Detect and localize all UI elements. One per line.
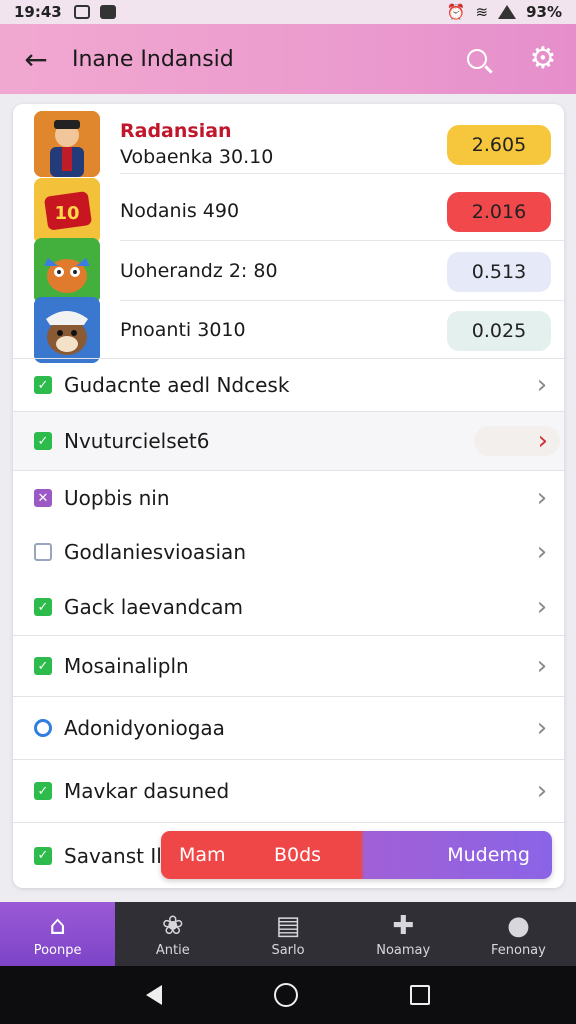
list-item-label: Gack laevandcam [64,595,244,619]
app-thumbnail [34,111,100,177]
back-triangle-icon[interactable] [146,985,162,1005]
chevron-right-icon: › [536,592,548,622]
nav-label: Antie [155,942,190,958]
nav-item-noamay[interactable]: ✚ Noamay [346,902,461,966]
list-item[interactable]: ✕ Uopbis nin › [13,471,564,525]
list-item[interactable]: Adonidyoniogaa › [13,697,564,760]
checkbox-checked-icon[interactable]: ✓ [34,432,52,450]
checkbox-checked-icon[interactable]: ✓ [34,598,52,616]
score-badge[interactable]: 0.513 [447,252,551,292]
arrow-left-icon: ← [24,42,48,76]
chevron-right-icon: › [536,537,548,567]
nav-item-antie[interactable]: ❀ Antie [115,902,230,966]
main-card: Radansian Vobaenka 30.10 2.605 10 Nodani… [13,104,564,888]
svg-text:10: 10 [54,203,79,224]
wifi-icon: ≋ [475,3,489,21]
notification-icon [99,5,116,19]
list-item-label: Mosainalipln [64,654,189,678]
home-icon: ⌂ [49,910,66,941]
signal-icon [498,5,517,19]
nav-item-sarlo[interactable]: ▤ Sarlo [230,902,345,966]
radio-icon[interactable] [34,719,52,737]
chevron-right-icon: › [474,426,560,456]
action-button-bods[interactable]: B0ds [274,844,360,866]
back-button[interactable]: ← [0,24,72,94]
app-bar: ← Inane Indansid ⚙ [0,24,576,94]
list-item[interactable]: ✓ Gudacnte aedl Ndcesk › [13,358,564,412]
nav-item-home[interactable]: ⌂ Poonpe [0,902,116,966]
app-thumbnail [34,238,100,304]
search-button[interactable] [444,24,510,94]
nav-label: Fenonay [490,942,546,958]
app-row[interactable]: 10 Nodanis 490 2.016 [13,178,564,244]
alarm-icon: ⏰ [446,3,466,21]
score-badge[interactable]: 2.016 [447,192,551,232]
nav-label: Poonpe [33,942,82,958]
checkbox-checked-icon[interactable]: ✓ [34,782,52,800]
app-row[interactable]: Radansian Vobaenka 30.10 2.605 [13,111,564,177]
list-item[interactable]: ✓ Nvuturcielset6 › [13,412,564,471]
action-tray: Mam B0ds Mudemg [161,831,552,879]
score-badge[interactable]: 0.025 [447,311,551,351]
action-button-mam[interactable]: Mam [179,844,274,866]
chevron-right-icon: › [536,483,548,513]
bottom-nav: ⌂ Poonpe ❀ Antie ▤ Sarlo ✚ Noamay ● Feno… [0,902,576,966]
checkbox-checked-icon[interactable]: ✓ [34,846,52,865]
status-time: 19:43 [14,3,62,21]
chevron-right-icon: › [536,776,548,806]
status-bar: 19:43 ⏰ ≋ 93% [0,0,576,24]
chevron-right-icon: › [536,370,548,400]
nav-label: Sarlo [271,942,305,958]
recents-square-icon[interactable] [410,985,430,1005]
paw-icon: ❀ [161,910,184,941]
search-icon [467,49,487,69]
action-button-mudemg[interactable]: Mudemg [447,844,530,866]
score-badge[interactable]: 2.605 [447,125,551,165]
app-thumbnail: 10 [34,178,100,244]
clipboard-icon: ▤ [275,910,301,941]
list-item[interactable]: ✓ Mavkar dasuned › [13,760,564,823]
list-item[interactable]: ✓ Gack laevandcam › [13,579,564,636]
list-item-label: Adonidyoniogaa [64,716,225,740]
list-item[interactable]: Godlaniesvioasian › [13,525,564,579]
settings-button[interactable]: ⚙ [510,24,576,94]
nav-label: Noamay [376,942,431,958]
checkbox-checked-icon[interactable]: ✓ [34,657,52,675]
list-item-label: Gudacnte aedl Ndcesk [64,373,290,397]
page-title: Inane Indansid [72,46,234,72]
gear-icon: ⚙ [529,41,557,76]
app-row[interactable]: Pnoanti 3010 0.025 [13,297,564,363]
list-item-label: Nvuturcielset6 [64,429,210,453]
battery-level: 93% [526,3,562,21]
chevron-right-icon: › [536,651,548,681]
chevron-right-icon: › [536,713,548,743]
notification-icon [73,5,90,19]
home-circle-icon[interactable] [274,983,298,1007]
app-thumbnail [34,297,100,363]
list-item-label: Godlaniesvioasian [64,540,246,564]
list-item[interactable]: ✓ Mosainalipln › [13,636,564,697]
checkbox-checked-icon[interactable]: ✓ [34,376,52,394]
person-icon: ● [507,910,530,941]
puzzle-icon: ✚ [392,910,415,941]
nav-item-fenonay[interactable]: ● Fenonay [461,902,576,966]
list-item-label: Mavkar dasuned [64,779,230,803]
system-nav-bar [0,966,576,1024]
checkbox-empty-icon[interactable] [34,543,52,561]
list-item-label: Uopbis nin [64,486,170,510]
checkbox-partial-icon[interactable]: ✕ [34,489,52,507]
app-row[interactable]: Uoherandz 2: 80 0.513 [13,238,564,304]
